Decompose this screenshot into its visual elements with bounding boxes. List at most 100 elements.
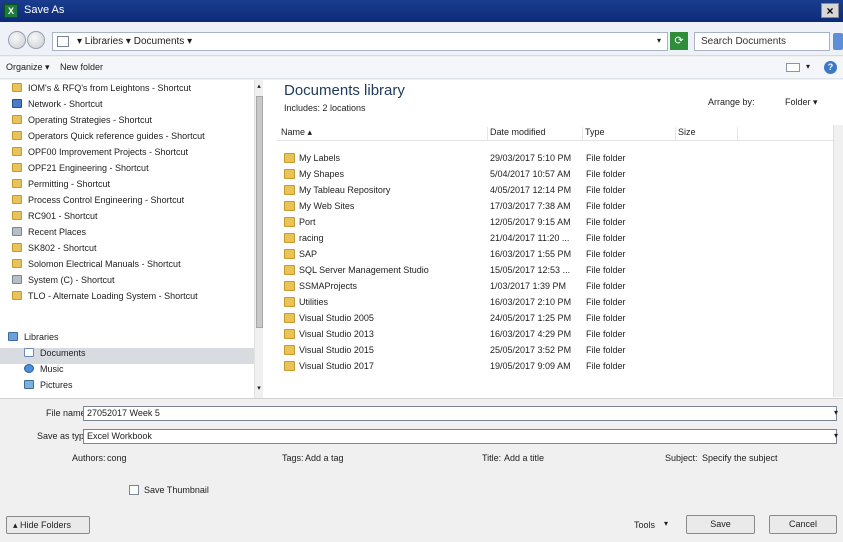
navigation-pane: IOM's & RFQ's from Leightons - Shortcut … [0, 80, 262, 398]
authors-field[interactable]: cong [107, 453, 127, 463]
nav-scroll-thumb[interactable] [256, 96, 263, 328]
tags-field[interactable]: Add a tag [305, 453, 344, 463]
file-name-label: File name: [46, 408, 89, 418]
table-row[interactable]: racing 21/04/2017 11:20 ... File folder [282, 231, 842, 247]
nav-item[interactable]: IOM's & RFQ's from Leightons - Shortcut [12, 83, 191, 99]
organize-button[interactable]: Organize ▾ [6, 62, 50, 73]
toolbar: Organize ▾ New folder ▾ ? [0, 57, 843, 79]
nav-item[interactable]: Permitting - Shortcut [12, 179, 110, 195]
back-button[interactable] [8, 31, 26, 49]
nav-item[interactable]: Network - Shortcut [12, 99, 103, 115]
forward-button[interactable] [27, 31, 45, 49]
nav-item[interactable]: SK802 - Shortcut [12, 243, 97, 259]
table-row[interactable]: My Labels 29/03/2017 5:10 PM File folder [282, 151, 842, 167]
help-icon[interactable]: ? [824, 61, 837, 74]
library-subtitle[interactable]: Includes: 2 locations [284, 103, 366, 113]
nav-item[interactable]: Solomon Electrical Manuals - Shortcut [12, 259, 181, 275]
cancel-button[interactable]: Cancel [769, 515, 837, 534]
table-row[interactable]: Visual Studio 2013 16/03/2017 4:29 PM File… [282, 327, 842, 343]
table-row[interactable]: Utilities 16/03/2017 2:10 PM File folder [282, 295, 842, 311]
views-icon[interactable] [786, 63, 800, 72]
folder-icon [12, 243, 22, 252]
table-row-partial[interactable] [282, 142, 842, 148]
search-icon[interactable] [833, 33, 843, 50]
table-row[interactable]: My Web Sites 17/03/2017 7:38 AM File folde… [282, 199, 842, 215]
save-button[interactable]: Save [686, 515, 755, 534]
views-dropdown[interactable]: ▾ [806, 62, 810, 71]
address-dropdown[interactable]: ▾ [657, 36, 661, 45]
save-thumbnail-checkbox[interactable] [129, 485, 139, 495]
file-name-field[interactable]: 27052017 Week 5 [83, 406, 837, 421]
folder-icon [284, 265, 295, 275]
nav-item[interactable]: OPF21 Engineering - Shortcut [12, 163, 149, 179]
table-row[interactable]: Visual Studio 2005 24/05/2017 1:25 PM File… [282, 311, 842, 327]
libraries-icon [8, 332, 18, 341]
folder-icon [284, 361, 295, 371]
folder-icon [12, 131, 22, 140]
tools-dropdown-icon[interactable]: ▾ [664, 519, 668, 528]
table-row[interactable]: Visual Studio 2017 19/05/2017 9:09 AM File… [282, 359, 842, 375]
file-list-scrollbar[interactable] [833, 125, 843, 397]
folder-icon [284, 297, 295, 307]
nav-item[interactable]: OPF00 Improvement Projects - Shortcut [12, 147, 188, 163]
folder-icon [12, 163, 22, 172]
nav-item-music[interactable]: Music [24, 364, 64, 380]
save-as-type-select[interactable]: Excel Workbook [83, 429, 837, 444]
column-size[interactable]: Size [678, 127, 738, 141]
folder-icon [284, 249, 295, 259]
nav-item-pictures[interactable]: Pictures [24, 380, 73, 396]
table-row[interactable]: Port 12/05/2017 9:15 AM File folder [282, 215, 842, 231]
folder-icon [284, 153, 295, 163]
network-icon [12, 99, 22, 108]
authors-label: Authors: [72, 453, 106, 463]
music-icon [24, 364, 34, 373]
save-thumbnail-label[interactable]: Save Thumbnail [144, 485, 209, 495]
nav-item[interactable]: Operating Strategies - Shortcut [12, 115, 152, 131]
table-row[interactable]: SAP 16/03/2017 1:55 PM File folder [282, 247, 842, 263]
close-button[interactable]: × [821, 3, 839, 18]
subject-field[interactable]: Specify the subject [702, 453, 778, 463]
folder-icon [284, 169, 295, 179]
folder-icon [284, 313, 295, 323]
folder-icon [12, 259, 22, 268]
table-row[interactable]: Visual Studio 2015 25/05/2017 3:52 PM File… [282, 343, 842, 359]
column-header: Name ▴ Date modified Type Size [277, 125, 843, 141]
folder-icon [284, 329, 295, 339]
library-title: Documents library [284, 82, 405, 99]
hide-folders-button[interactable]: ▴ Hide Folders [6, 516, 90, 534]
nav-item[interactable]: Operators Quick reference guides - Short… [12, 131, 205, 147]
table-row[interactable]: My Shapes 5/04/2017 10:57 AM File folder [282, 167, 842, 183]
nav-item[interactable]: System (C) - Shortcut [12, 275, 115, 291]
folder-icon [284, 185, 295, 195]
folder-icon [12, 83, 22, 92]
nav-item-documents[interactable]: Documents [0, 348, 254, 364]
nav-item[interactable]: Process Control Engineering - Shortcut [12, 195, 184, 211]
column-type[interactable]: Type [585, 127, 676, 141]
arrange-by-dropdown[interactable]: Folder ▾ [785, 97, 818, 108]
table-row[interactable]: SQL Server Management Studio 15/05/2017 1… [282, 263, 842, 279]
refresh-icon[interactable]: ⟳ [670, 32, 688, 50]
new-folder-button[interactable]: New folder [60, 62, 103, 72]
save-as-type-dropdown[interactable]: ▾ [834, 431, 838, 440]
file-name-dropdown[interactable]: ▾ [834, 408, 838, 417]
table-row[interactable]: My Tableau Repository 4/05/2017 12:14 PM F… [282, 183, 842, 199]
arrange-by-label: Arrange by: [708, 97, 755, 107]
tools-button[interactable]: Tools [634, 520, 655, 530]
nav-item[interactable]: RC901 - Shortcut [12, 211, 98, 227]
breadcrumb-path[interactable]: ▾ Libraries ▾ Documents ▾ [77, 36, 192, 47]
drive-icon [12, 275, 22, 284]
subject-label: Subject: [665, 453, 698, 463]
column-name[interactable]: Name ▴ [281, 127, 488, 141]
folder-icon [284, 233, 295, 243]
pictures-icon [24, 380, 34, 389]
nav-item[interactable]: Recent Places [12, 227, 86, 243]
title-field[interactable]: Add a title [504, 453, 544, 463]
search-input[interactable]: Search Documents [694, 32, 830, 51]
table-row[interactable]: SSMAProjects 1/03/2017 1:39 PM File folder [282, 279, 842, 295]
column-date-modified[interactable]: Date modified [490, 127, 583, 141]
nav-item[interactable]: TLO - Alternate Loading System - Shortcu… [12, 291, 198, 307]
nav-item-libraries[interactable]: Libraries [8, 332, 59, 348]
title-bar: X Save As × [0, 0, 843, 22]
title-label: Title: [482, 453, 502, 463]
breadcrumb[interactable]: ▾ Libraries ▾ Documents ▾ ▾ [52, 32, 668, 51]
